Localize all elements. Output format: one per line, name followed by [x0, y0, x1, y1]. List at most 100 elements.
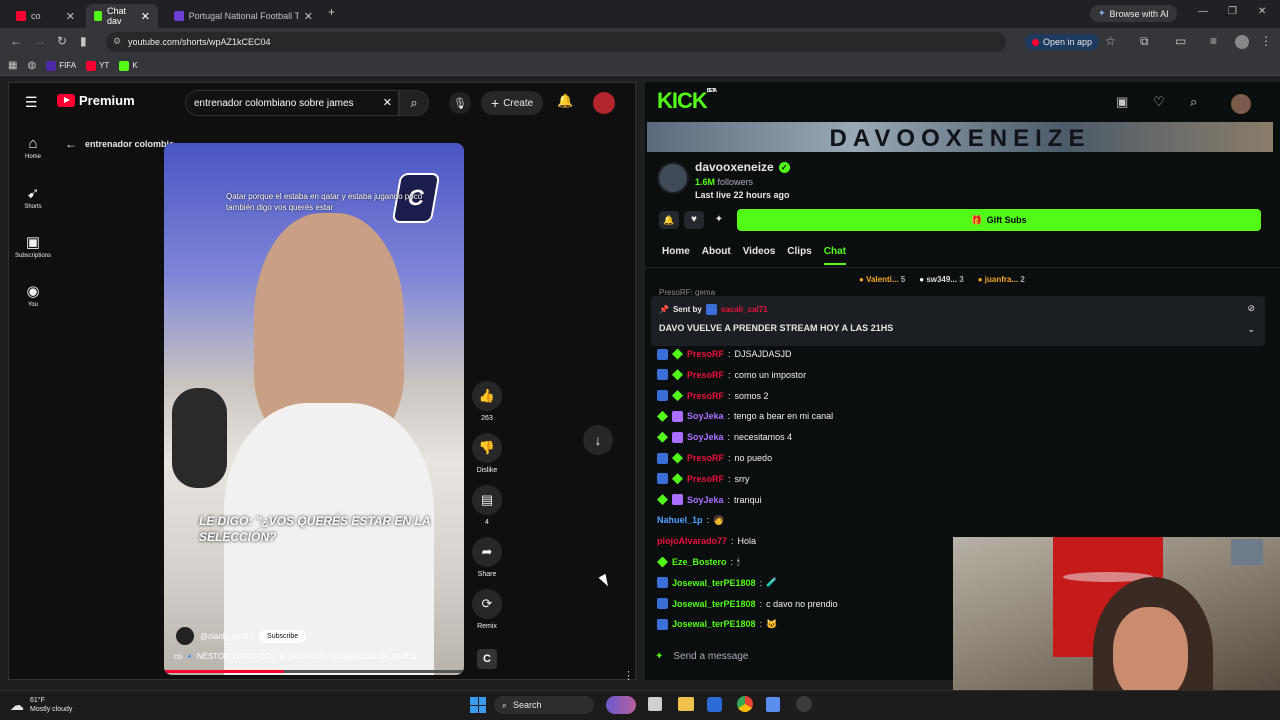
- share-button[interactable]: ➦ Share: [465, 537, 509, 578]
- back-arrow-icon[interactable]: ←: [65, 137, 77, 151]
- search-input[interactable]: entrenador colombiano sobre james ✕: [185, 90, 399, 116]
- search-button[interactable]: ⌕: [399, 90, 429, 116]
- kick-logo[interactable]: KICKBETA: [657, 88, 717, 114]
- tab-chat[interactable]: Chat: [823, 246, 846, 265]
- tab-videos[interactable]: Videos: [743, 246, 776, 265]
- emote-picker-icon[interactable]: ✦: [655, 651, 663, 662]
- maximize-icon[interactable]: ❐: [1228, 6, 1237, 17]
- back-icon[interactable]: ←: [10, 34, 22, 48]
- nav-home[interactable]: ⌂ Home: [9, 135, 57, 160]
- chat-username[interactable]: Eze_Bostero: [672, 557, 727, 567]
- unpin-icon[interactable]: ⊘: [1247, 303, 1255, 314]
- remix-button[interactable]: ⟳ Remix: [465, 589, 509, 630]
- chevron-down-icon[interactable]: ⌄: [1247, 324, 1255, 335]
- chrome-icon[interactable]: [737, 696, 753, 712]
- create-button[interactable]: + Create: [481, 91, 544, 115]
- archive-icon[interactable]: ▣: [1116, 94, 1128, 110]
- more-actions-button[interactable]: ✦: [709, 211, 729, 229]
- task-view-icon[interactable]: [648, 697, 662, 711]
- bookmark-fifa[interactable]: FIFA: [46, 60, 76, 71]
- pinned-message[interactable]: 📌 Sent by sacali_cal71 DAVO VUELVE A PRE…: [651, 296, 1265, 346]
- chat-input[interactable]: ✦ Send a message: [655, 645, 955, 667]
- profile-avatar-icon[interactable]: [1235, 35, 1249, 49]
- chat-username[interactable]: PresoRF: [687, 453, 724, 463]
- nav-you[interactable]: ◉ You: [9, 282, 57, 308]
- apps-grid-icon[interactable]: ▦: [8, 60, 17, 71]
- follow-button[interactable]: ♥: [684, 211, 704, 229]
- new-tab-icon[interactable]: +: [328, 5, 335, 19]
- globe-icon[interactable]: ◍: [27, 60, 36, 71]
- file-explorer-icon[interactable]: [678, 697, 694, 711]
- open-in-app-button[interactable]: Open in app: [1025, 34, 1100, 50]
- chat-username[interactable]: Josewal_terPE1808: [672, 578, 756, 588]
- bookmark-star-icon[interactable]: ☆: [1105, 34, 1116, 48]
- extensions-icon[interactable]: ⧉: [1140, 34, 1149, 49]
- like-button[interactable]: 👍 263: [465, 381, 509, 422]
- nav-subscriptions[interactable]: ▣ Subscriptions: [9, 233, 57, 259]
- chat-username[interactable]: Nahuel_1p: [657, 515, 703, 525]
- bookmark-k[interactable]: K: [119, 60, 138, 71]
- tab-clips[interactable]: Clips: [787, 246, 811, 265]
- browser-tab[interactable]: Portugal National Football Team ✕: [166, 4, 321, 28]
- shorts-video-player[interactable]: C Qatar porque el estaba en qatar y esta…: [164, 143, 464, 675]
- progress-track[interactable]: [164, 670, 464, 673]
- chat-username[interactable]: Josewal_terPE1808: [672, 599, 756, 609]
- subscribe-button[interactable]: Subscribe: [259, 629, 307, 643]
- search-icon[interactable]: ⌕: [1190, 94, 1197, 110]
- chat-username[interactable]: SoyJeka: [687, 411, 724, 421]
- notify-bell-button[interactable]: 🔔: [659, 211, 679, 229]
- chat-username[interactable]: SoyJeka: [687, 495, 724, 505]
- more-menu-icon[interactable]: ⋮: [1260, 34, 1272, 48]
- minimize-icon[interactable]: —: [1198, 6, 1208, 17]
- menu-lines-icon[interactable]: ≡: [1210, 34, 1217, 48]
- user-avatar[interactable]: [1231, 94, 1251, 114]
- browse-with-ai-button[interactable]: ✦ Browse with AI: [1090, 5, 1177, 22]
- bookmark-yt[interactable]: YT: [86, 60, 109, 71]
- sound-source-icon[interactable]: C: [477, 649, 497, 669]
- chat-username[interactable]: PresoRF: [687, 349, 724, 359]
- site-info-icon[interactable]: ⚙: [113, 36, 121, 47]
- tab-home[interactable]: Home: [662, 246, 690, 265]
- channel-avatar[interactable]: [176, 627, 194, 645]
- forward-icon[interactable]: →: [34, 34, 46, 48]
- cast-icon[interactable]: ▭: [1175, 34, 1186, 48]
- taskbar-search[interactable]: ⌕ Search: [494, 696, 594, 714]
- voice-search-icon[interactable]: 🎙: [449, 92, 471, 114]
- browser-tab-active[interactable]: Chat dav ✕: [86, 4, 158, 28]
- close-tab-icon[interactable]: ✕: [66, 10, 75, 23]
- app-icon[interactable]: [796, 696, 812, 712]
- channel-avatar[interactable]: [657, 162, 689, 194]
- next-video-button[interactable]: ↓: [583, 425, 613, 455]
- chat-username[interactable]: SoyJeka: [687, 432, 724, 442]
- chat-username[interactable]: PresoRF: [687, 474, 724, 484]
- weather-widget[interactable]: ☁ 61°F Mostly cloudy: [10, 696, 72, 714]
- video-title[interactable]: co 🔹 NÉSTOR LORENZO y el proceso de recu…: [174, 652, 459, 661]
- chat-username[interactable]: PresoRF: [687, 391, 724, 401]
- close-window-icon[interactable]: ✕: [1258, 6, 1266, 17]
- chat-username[interactable]: piojoAlvarado77: [657, 536, 727, 546]
- more-options-icon[interactable]: ⋮: [623, 669, 634, 682]
- close-tab-icon[interactable]: ✕: [141, 10, 150, 23]
- avatar[interactable]: [593, 92, 615, 114]
- notifications-bell-icon[interactable]: 🔔: [557, 93, 573, 109]
- dislike-button[interactable]: 👎 Dislike: [465, 433, 509, 474]
- windows-start-icon[interactable]: [470, 697, 486, 713]
- nav-shorts[interactable]: ➹ Shorts: [9, 184, 57, 210]
- youtube-logo[interactable]: Premium: [57, 93, 135, 108]
- reload-icon[interactable]: ↻: [57, 34, 67, 48]
- copilot-icon[interactable]: [606, 696, 636, 714]
- address-bar[interactable]: ⚙ youtube.com/shorts/wpAZ1kCEC04: [106, 32, 1006, 52]
- close-tab-icon[interactable]: ✕: [304, 10, 313, 23]
- gifter-3[interactable]: ● juanfra... 2: [978, 275, 1025, 284]
- chat-username[interactable]: Josewal_terPE1808: [672, 619, 756, 629]
- chat-username[interactable]: PresoRF: [687, 370, 724, 380]
- outlook-icon[interactable]: [707, 697, 722, 712]
- clear-search-icon[interactable]: ✕: [383, 96, 392, 109]
- channel-name[interactable]: @clank_media: [200, 632, 253, 641]
- gifter-2[interactable]: ● sw349... 3: [919, 275, 963, 284]
- channel-name[interactable]: davooxeneize: [695, 160, 774, 174]
- gift-subs-button[interactable]: 🎁 Gift Subs: [737, 209, 1261, 231]
- calculator-icon[interactable]: [766, 697, 780, 712]
- sidebar-icon[interactable]: ▮: [80, 34, 87, 48]
- browser-tab[interactable]: co ✕: [8, 4, 83, 28]
